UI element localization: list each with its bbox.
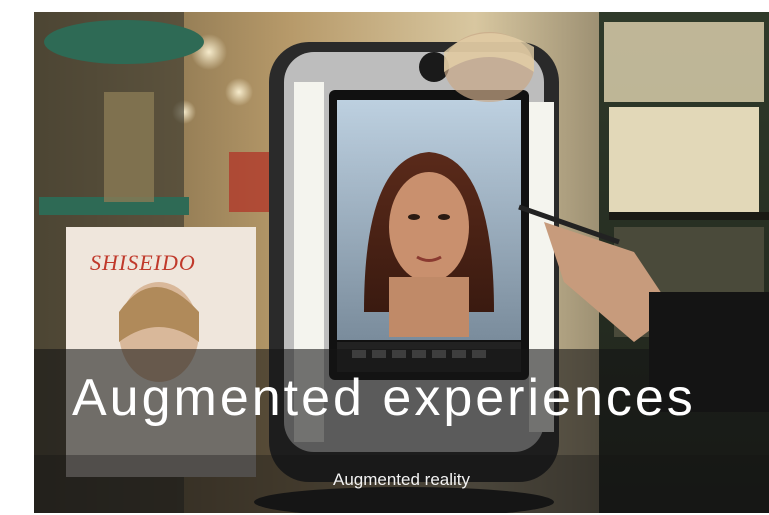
slide-title: Augmented experiences [72,369,696,427]
slide-photo-frame: SHISEIDO Augmented experiences Augmented… [34,12,769,513]
slide-caption: Augmented reality [332,470,471,489]
poster-brand-logo: SHISEIDO [90,250,196,275]
